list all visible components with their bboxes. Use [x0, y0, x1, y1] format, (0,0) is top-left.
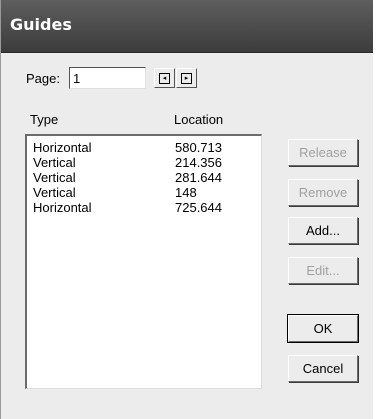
guide-location: 580.713 [175, 140, 222, 155]
guide-type: Vertical [33, 170, 76, 185]
next-page-button[interactable]: ▸ [176, 68, 197, 88]
guide-type: Vertical [33, 155, 76, 170]
add-button[interactable]: Add... [288, 217, 358, 244]
page-forward-icon: ▸ [181, 72, 192, 84]
dialog-title: Guides [10, 15, 72, 34]
list-item[interactable]: Vertical 148 [33, 185, 258, 200]
guide-location: 281.644 [175, 170, 222, 185]
ok-button[interactable]: OK [287, 314, 359, 343]
guide-type: Horizontal [33, 140, 92, 155]
previous-page-button[interactable]: ◂ [154, 68, 175, 88]
guide-type: Vertical [33, 185, 76, 200]
list-item[interactable]: Horizontal 725.644 [33, 200, 258, 215]
title-bar[interactable]: Guides [1, 0, 375, 53]
window-edge [373, 0, 378, 419]
guides-dialog: Guides Page: ◂ ▸ Type Location Horizonta… [0, 0, 375, 419]
page-label: Page: [26, 71, 60, 86]
list-item[interactable]: Horizontal 580.713 [33, 140, 258, 155]
guide-type: Horizontal [33, 200, 92, 215]
list-item[interactable]: Vertical 214.356 [33, 155, 258, 170]
guide-location: 148 [175, 185, 197, 200]
page-back-icon: ◂ [159, 72, 170, 84]
guide-location: 725.644 [175, 200, 222, 215]
column-header-location: Location [174, 112, 224, 127]
guide-location: 214.356 [175, 155, 222, 170]
cancel-button[interactable]: Cancel [288, 355, 358, 382]
guides-list[interactable]: Horizontal 580.713 Vertical 214.356 Vert… [25, 134, 262, 389]
remove-button[interactable]: Remove [288, 179, 358, 206]
list-item[interactable]: Vertical 281.644 [33, 170, 258, 185]
column-header-type: Type [30, 112, 59, 127]
edit-button[interactable]: Edit... [288, 257, 358, 284]
page-input[interactable] [69, 67, 146, 89]
release-button[interactable]: Release [288, 139, 358, 166]
